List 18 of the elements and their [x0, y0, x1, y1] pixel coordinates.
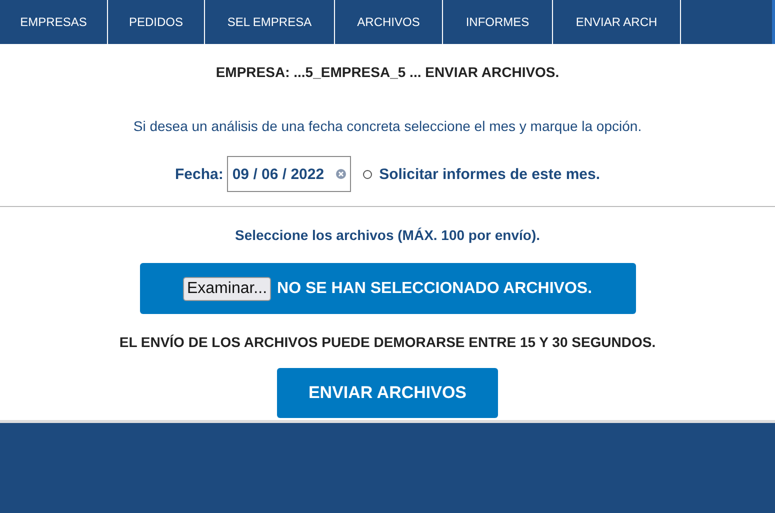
- nav-tab[interactable]: EMPRESAS: [0, 0, 108, 44]
- radio-button[interactable]: [363, 170, 372, 178]
- instructions-text: Si desea un análisis de una fecha concreta seleccione el mes y marque la opción.: [133, 118, 642, 134]
- radio-label: Solicitar informes de este mes.: [379, 166, 600, 182]
- files-prompt: Seleccione los archivos (MÁX. 100 por envío).: [235, 227, 540, 243]
- page-heading: EMPRESA: ...5_EMPRESA_5 ... ENVIAR ARCHIVOS.: [216, 64, 560, 80]
- nav-tab[interactable]: ARCHIVOS: [335, 0, 443, 44]
- submit-button[interactable]: ENVIAR ARCHIVOS: [277, 368, 498, 418]
- nav-tab[interactable]: SEL EMPRESA: [205, 0, 335, 44]
- date-field[interactable]: 09 / 06 / 2022: [227, 156, 352, 192]
- nav-tab[interactable]: ENVIAR ARCH: [553, 0, 681, 44]
- browse-button[interactable]: Examinar...: [182, 276, 272, 300]
- file-status: NO SE HAN SELECCIONADO ARCHIVOS.: [277, 280, 592, 298]
- clear-icon[interactable]: [336, 169, 346, 179]
- date-label: Fecha:: [174, 166, 224, 182]
- nav-tab[interactable]: PEDIDOS: [108, 0, 205, 44]
- nav-tab[interactable]: INFORMES: [443, 0, 553, 44]
- notice-text: EL ENVÍO DE LOS ARCHIVOS PUEDE DEMORARSE ENTRE 15 Y 30 SEGUNDOS.: [119, 334, 656, 350]
